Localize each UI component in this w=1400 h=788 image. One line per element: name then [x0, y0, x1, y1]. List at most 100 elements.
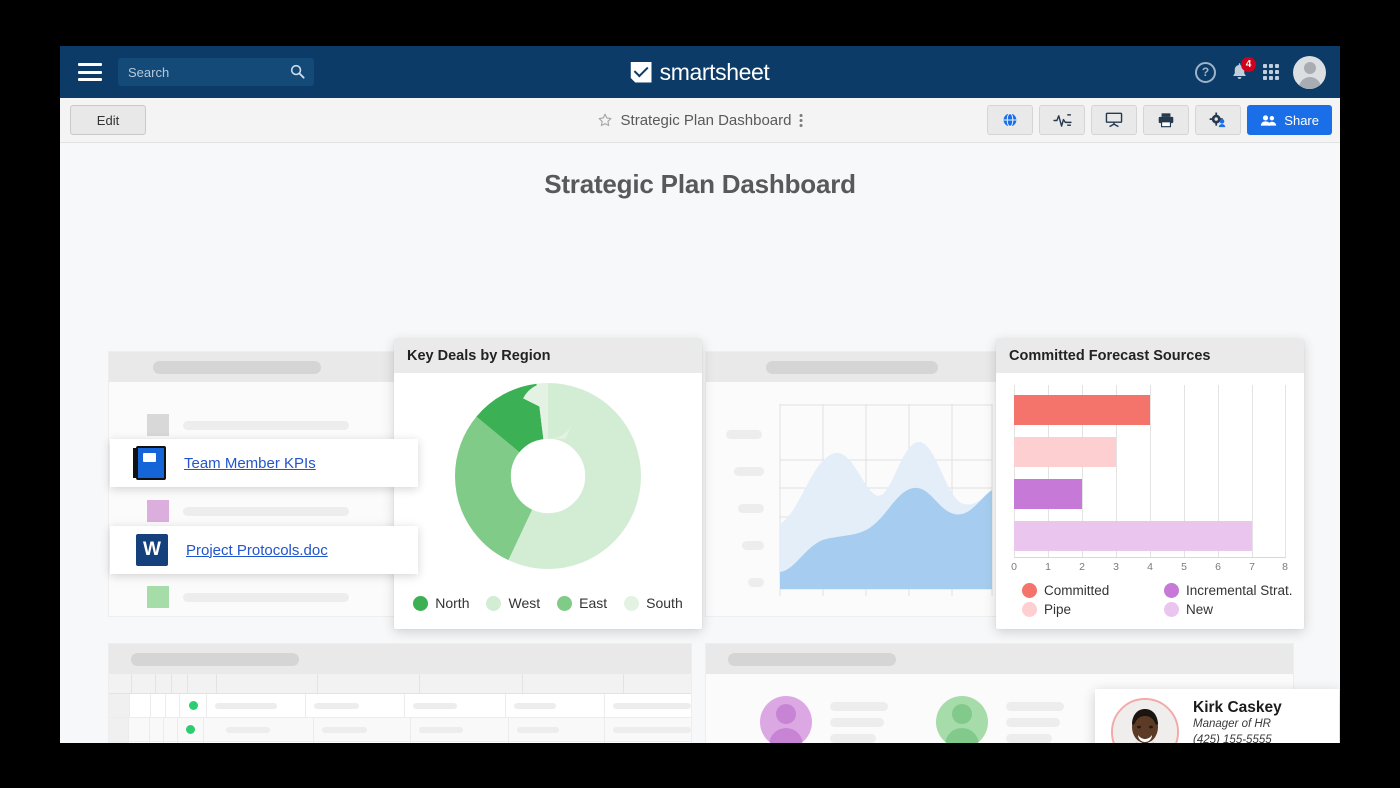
hamburger-menu-icon[interactable] [78, 63, 102, 81]
xtick: 5 [1181, 561, 1187, 573]
row-cell[interactable] [411, 742, 509, 743]
widget-header [109, 644, 691, 674]
row-cell[interactable] [605, 694, 691, 717]
status-cell[interactable] [178, 718, 204, 741]
row-cell[interactable] [314, 718, 411, 741]
bar-chart-legend: Committed Incremental Strat. Pipe New [1008, 583, 1304, 617]
presentation-button[interactable] [1091, 105, 1138, 135]
app-grid-icon[interactable] [1263, 64, 1279, 80]
share-button[interactable]: Share [1247, 105, 1332, 135]
bar-chart-x-axis: 0 1 2 3 4 5 6 7 8 [1011, 559, 1288, 575]
admin-settings-button[interactable] [1195, 105, 1242, 135]
dashboard-canvas: Strategic Plan Dashboard Key Deals by Re… [60, 143, 1340, 743]
contact-phone: (425) 155-5555 [1193, 734, 1272, 743]
row-cell[interactable] [150, 742, 165, 743]
brand-name: smartsheet [659, 58, 770, 85]
search-placeholder: Search [128, 64, 170, 80]
row-handle[interactable] [109, 694, 130, 717]
committed-forecast-sources-card: Committed Forecast Sources 0 1 2 3 4 5 6… [996, 339, 1304, 629]
legend-label-north: North [435, 595, 470, 611]
row-cell[interactable] [405, 694, 507, 717]
top-navigation-bar: Search smartsheet ? 4 [60, 46, 1340, 98]
xtick: 7 [1249, 561, 1255, 573]
favorite-star-icon[interactable] [598, 113, 613, 128]
row-cell[interactable] [130, 694, 152, 717]
shortcut-label[interactable]: Team Member KPIs [184, 455, 316, 472]
smartsheet-logo[interactable]: smartsheet [630, 58, 770, 86]
widget-header [706, 644, 1293, 674]
help-icon[interactable]: ? [1195, 61, 1216, 83]
toolbar-actions: Share [987, 105, 1332, 135]
top-nav-actions: ? 4 [1195, 55, 1326, 89]
xtick: 8 [1282, 561, 1288, 573]
row-cell[interactable] [164, 718, 179, 741]
row-handle[interactable] [109, 742, 130, 743]
xtick: 1 [1045, 561, 1051, 573]
area-chart-graphic [779, 404, 993, 596]
sheet-rows [109, 694, 691, 743]
status-cell[interactable] [180, 694, 207, 717]
notifications-button[interactable]: 4 [1230, 56, 1256, 83]
row-cell[interactable] [151, 694, 166, 717]
row-cell[interactable] [129, 742, 151, 743]
legend-swatch-south [624, 595, 640, 611]
table-row[interactable] [109, 742, 691, 743]
print-button[interactable] [1143, 105, 1190, 135]
row-cell[interactable] [150, 718, 165, 741]
area-chart-widget-placeholder [705, 351, 1039, 617]
xtick: 6 [1215, 561, 1221, 573]
publish-globe-button[interactable] [987, 105, 1034, 135]
more-options-icon[interactable] [799, 113, 803, 127]
row-cell[interactable] [605, 742, 691, 743]
row-cell[interactable] [306, 694, 406, 717]
row-cell[interactable] [506, 694, 605, 717]
bar-committed [1014, 395, 1150, 425]
status-cell[interactable] [178, 742, 204, 743]
row-cell[interactable] [605, 718, 691, 741]
user-avatar[interactable] [1293, 55, 1326, 89]
page-title: Strategic Plan Dashboard [544, 169, 856, 199]
card-title: Key Deals by Region [394, 339, 702, 373]
screenshot-stage: Search smartsheet ? 4 Edit Strategic Pla… [0, 0, 1400, 788]
legend-swatch-pipe [1022, 602, 1037, 617]
row-cell[interactable] [204, 742, 314, 743]
row-cell[interactable] [509, 742, 606, 743]
avatar [760, 696, 812, 743]
row-cell[interactable] [509, 718, 606, 741]
shortcut-team-member-kpis[interactable]: Team Member KPIs [110, 439, 418, 487]
donut-legend: North West East South [394, 595, 702, 611]
contact-role: Manager of HR [1193, 718, 1271, 731]
edit-button[interactable]: Edit [70, 105, 146, 135]
key-deals-by-region-card: Key Deals by Region North West East Sout… [394, 339, 702, 629]
xtick: 2 [1079, 561, 1085, 573]
contact-card[interactable]: Kirk Caskey Manager of HR (425) 155-5555… [1095, 689, 1339, 743]
row-cell[interactable] [314, 742, 411, 743]
row-handle[interactable] [109, 718, 130, 741]
row-cell[interactable] [207, 694, 306, 717]
search-input[interactable]: Search [118, 58, 314, 86]
activity-log-button[interactable] [1039, 105, 1086, 135]
row-cell[interactable] [411, 718, 509, 741]
legend-label-pipe: Pipe [1044, 602, 1072, 617]
checkmark-logo-icon [630, 61, 652, 83]
row-cell[interactable] [129, 718, 151, 741]
legend-label-west: West [508, 595, 541, 611]
shortcut-label[interactable]: Project Protocols.doc [186, 542, 328, 559]
row-cell[interactable] [166, 694, 181, 717]
legend-item-incremental: Incremental Strat. [1164, 583, 1304, 598]
people-icon [1261, 114, 1277, 126]
table-row[interactable] [109, 718, 691, 742]
donut-chart-graphic [455, 383, 641, 569]
legend-label-incremental: Incremental Strat. [1186, 583, 1293, 598]
bar-pipe [1014, 437, 1116, 467]
legend-swatch-north [413, 595, 429, 611]
legend-label-new: New [1186, 602, 1214, 617]
legend-item-committed: Committed [1022, 583, 1164, 598]
contact-photo [1111, 698, 1179, 743]
xtick: 0 [1011, 561, 1017, 573]
table-row[interactable] [109, 694, 691, 718]
placeholder-contact [760, 696, 888, 743]
row-cell[interactable] [204, 718, 314, 741]
shortcut-project-protocols-doc[interactable]: W Project Protocols.doc [110, 526, 418, 574]
row-cell[interactable] [164, 742, 179, 743]
